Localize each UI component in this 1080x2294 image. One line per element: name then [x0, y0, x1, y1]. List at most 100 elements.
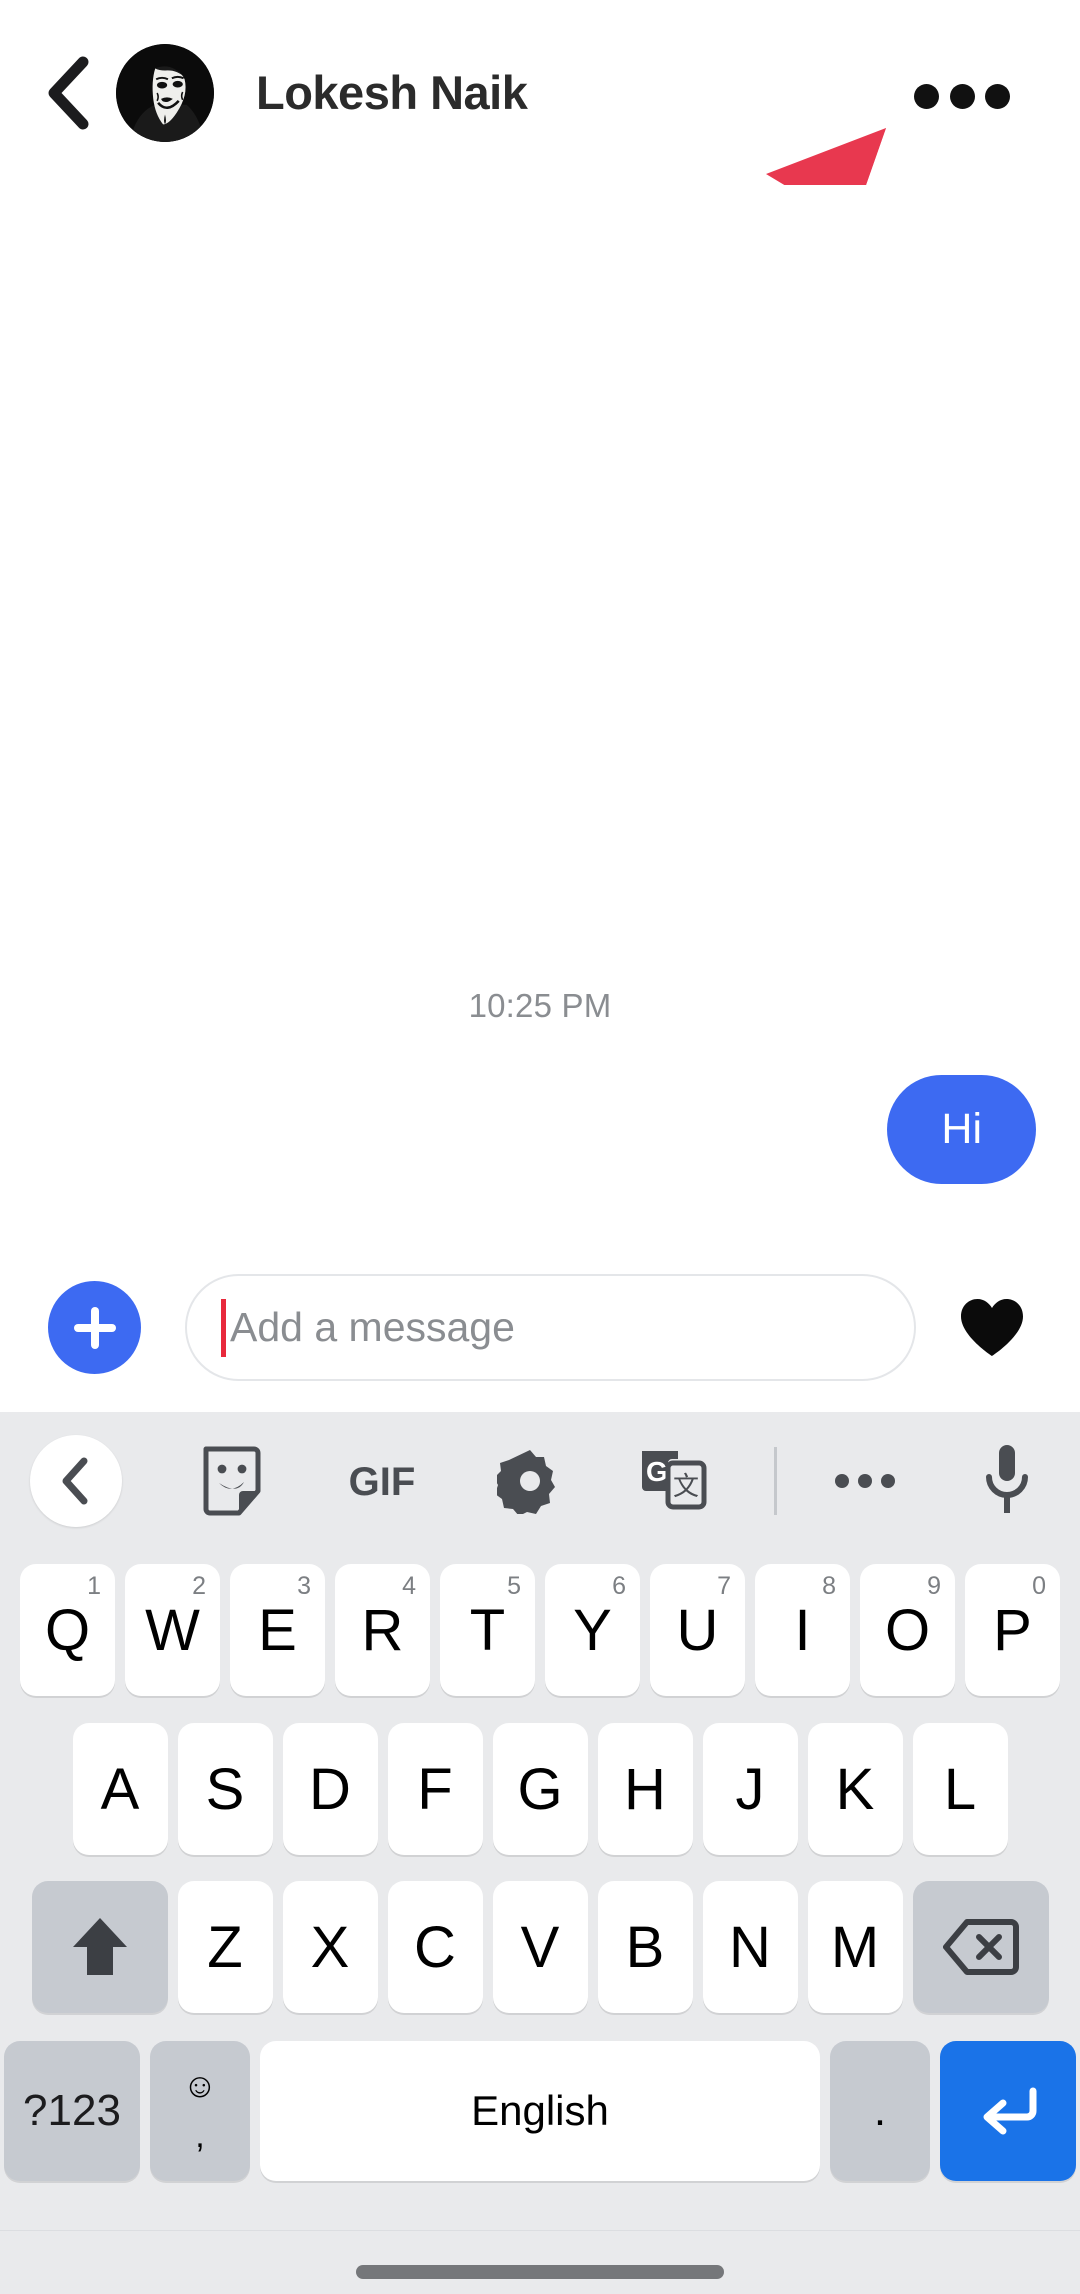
smiley-face-icon: ☺: [182, 2067, 218, 2105]
key-y[interactable]: 6Y: [545, 1564, 640, 1696]
enter-key[interactable]: [940, 2041, 1076, 2181]
backspace-delete-icon: [942, 1919, 1019, 1975]
keyboard-row-3: Z X C V B N M: [0, 1868, 1080, 2026]
translate-button[interactable]: G 文: [632, 1441, 714, 1521]
key-i[interactable]: 8I: [755, 1564, 850, 1696]
key-c[interactable]: C: [387, 1881, 483, 2013]
message-input-placeholder: Add a message: [230, 1304, 515, 1350]
sticker-button[interactable]: [190, 1441, 270, 1521]
three-dots-menu-icon: [985, 83, 1010, 109]
key-number-label: 5: [507, 1572, 521, 1600]
key-l[interactable]: L: [912, 1723, 1008, 1855]
keyboard-back-button[interactable]: [30, 1435, 122, 1527]
key-o[interactable]: 9O: [860, 1564, 955, 1696]
key-p[interactable]: 0P: [965, 1564, 1060, 1696]
like-button[interactable]: [944, 1280, 1040, 1376]
key-d[interactable]: D: [282, 1723, 378, 1855]
gesture-home-pill[interactable]: [356, 2264, 724, 2279]
key-k[interactable]: K: [807, 1723, 903, 1855]
keyboard-row-1: 1Q 2W 3E 4R 5T 6Y 7U 8I 9O 0P: [0, 1550, 1080, 1710]
overflow-menu-button[interactable]: [914, 82, 1010, 110]
chat-header: Lokesh Naik: [0, 0, 1080, 185]
key-label: W: [145, 1597, 200, 1663]
avatar[interactable]: [116, 43, 214, 142]
message-input[interactable]: Add a message: [185, 1274, 916, 1381]
svg-text:文: 文: [673, 1472, 699, 1502]
key-number-label: 4: [402, 1572, 416, 1600]
keyboard-row-4: ?123 ☺ , English .: [0, 2026, 1080, 2196]
message-composer: Add a message: [0, 1245, 1080, 1410]
anonymous-mask-avatar-icon: [116, 43, 214, 142]
key-j[interactable]: J: [702, 1723, 798, 1855]
keyboard-settings-button[interactable]: [490, 1441, 570, 1521]
key-e[interactable]: 3E: [230, 1564, 325, 1696]
key-number-label: 2: [192, 1572, 206, 1600]
enter-return-icon: [983, 2087, 1037, 2135]
keyboard-more-options-button[interactable]: [825, 1441, 905, 1521]
key-label: O: [884, 1597, 931, 1663]
key-s[interactable]: S: [177, 1723, 273, 1855]
three-dots-menu-icon: [949, 83, 975, 109]
key-label: Q: [44, 1597, 91, 1663]
key-number-label: 6: [612, 1572, 626, 1600]
google-translate-icon: G 文: [642, 1451, 707, 1510]
keyboard-toolbar: GIF G 文: [0, 1412, 1080, 1550]
page-title: Lokesh Naik: [256, 66, 528, 119]
key-t[interactable]: 5T: [440, 1564, 535, 1696]
key-number-label: 8: [822, 1572, 836, 1600]
key-f[interactable]: F: [387, 1723, 483, 1855]
backspace-key[interactable]: [912, 1881, 1049, 2013]
chat-screen: Lokesh Naik 10:25 PM Hi Add a message GI…: [0, 0, 1080, 2294]
key-u[interactable]: 7U: [650, 1564, 745, 1696]
add-attachment-button[interactable]: [48, 1281, 141, 1374]
microphone-icon: [986, 1445, 1028, 1513]
key-r[interactable]: 4R: [335, 1564, 430, 1696]
message-timestamp: 10:25 PM: [468, 987, 612, 1024]
key-z[interactable]: Z: [177, 1881, 273, 2013]
key-label: E: [258, 1597, 297, 1663]
gif-label: GIF: [349, 1460, 416, 1504]
key-m[interactable]: M: [807, 1881, 903, 2013]
three-dots-menu-icon: [914, 83, 939, 109]
key-number-label: 3: [297, 1572, 311, 1600]
key-b[interactable]: B: [597, 1881, 693, 2013]
gear-icon: [497, 1450, 555, 1514]
key-number-label: 9: [927, 1572, 941, 1600]
keyboard-row-2: A S D F G H J K L: [0, 1710, 1080, 1868]
key-number-label: 7: [717, 1572, 731, 1600]
gif-icon: GIF: [349, 1460, 416, 1504]
key-number-label: 0: [1032, 1572, 1046, 1600]
shift-up-arrow-icon: [72, 1918, 127, 1975]
key-w[interactable]: 2W: [125, 1564, 220, 1696]
svg-text:G: G: [646, 1456, 668, 1487]
back-button[interactable]: [26, 51, 110, 135]
key-q[interactable]: 1Q: [20, 1564, 115, 1696]
heart-icon: [961, 1298, 1023, 1356]
back-chevron-icon: [62, 1457, 88, 1505]
more-options-icon: [835, 1474, 895, 1488]
key-x[interactable]: X: [282, 1881, 378, 2013]
outgoing-message-bubble[interactable]: Hi: [887, 1075, 1036, 1184]
text-cursor: [221, 1298, 226, 1357]
key-label: P: [993, 1597, 1032, 1663]
key-label: I: [794, 1597, 811, 1663]
key-g[interactable]: G: [492, 1723, 588, 1855]
key-h[interactable]: H: [597, 1723, 693, 1855]
key-label: R: [361, 1597, 404, 1663]
key-n[interactable]: N: [702, 1881, 798, 2013]
shift-key[interactable]: [31, 1881, 168, 2013]
period-key[interactable]: .: [830, 2041, 930, 2181]
key-a[interactable]: A: [72, 1723, 168, 1855]
key-v[interactable]: V: [492, 1881, 588, 2013]
key-label: U: [676, 1597, 719, 1663]
plus-icon: [73, 1306, 116, 1349]
key-label: T: [469, 1597, 506, 1663]
voice-input-button[interactable]: [967, 1438, 1047, 1524]
emoji-key[interactable]: ☺ ,: [150, 2041, 250, 2181]
gif-button[interactable]: GIF: [334, 1441, 430, 1521]
symbols-key[interactable]: ?123: [4, 2041, 140, 2181]
sticker-icon: [203, 1446, 261, 1516]
key-number-label: 1: [87, 1572, 101, 1600]
message-list[interactable]: 10:25 PM Hi: [0, 185, 1080, 1240]
space-key[interactable]: English: [260, 2041, 820, 2181]
